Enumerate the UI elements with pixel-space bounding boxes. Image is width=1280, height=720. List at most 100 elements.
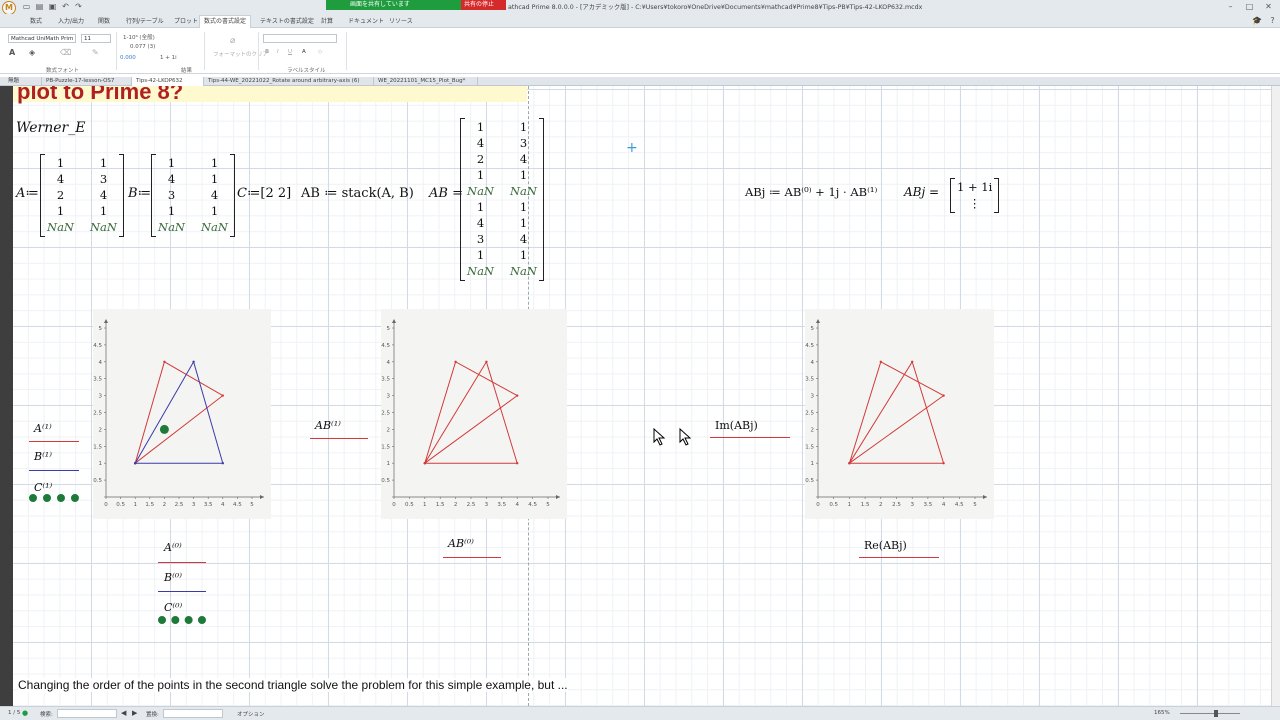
tab-document[interactable]: ドキュメント bbox=[344, 16, 388, 27]
tab-input-output[interactable]: 入力/出力 bbox=[54, 16, 88, 27]
plot-1-frame[interactable]: 0 0.5 1 1.5 2 2.5 3 3.5 4 4.5 5 0.5 1 1.5 2 2.5 3 3.5 4 4.5… bbox=[93, 309, 271, 519]
AB-eval-region[interactable]: AB = bbox=[429, 186, 463, 201]
matrix-ABj[interactable]: 1 + 1i ⋮ bbox=[950, 178, 1000, 213]
number-display[interactable]: 0.000 bbox=[120, 55, 136, 61]
close-icon[interactable]: ✕ bbox=[1264, 2, 1273, 11]
doc-tab-tips-44[interactable]: Tips-44-WE_20221022_Rotate around arbitr… bbox=[204, 77, 374, 86]
mathcad-logo-icon[interactable]: M bbox=[2, 1, 16, 15]
author-text[interactable]: Werner_E bbox=[16, 120, 85, 136]
search-prev-icon[interactable]: ◀ bbox=[121, 709, 126, 717]
clear-format-icon[interactable]: ⌀ bbox=[230, 36, 235, 46]
plot-3-frame[interactable]: 0 0.5 1 1.5 2 2.5 3 3.5 4 4.5 5 0.5 1 1.5 2 2.5 3 3.5 4 4.5… bbox=[805, 309, 994, 519]
doc-tab-puzzle[interactable]: PB-Puzzle-17-lesson-OS7 bbox=[42, 77, 132, 86]
underline-icon[interactable]: U bbox=[288, 49, 292, 55]
matrix-cell: 2 bbox=[56, 188, 65, 202]
y-tick-label: 4.5 bbox=[805, 343, 814, 349]
worksheet-heading[interactable]: plot to Prime 8? bbox=[13, 86, 527, 103]
search-next-icon[interactable]: ▶ bbox=[132, 709, 137, 717]
tab-plots[interactable]: プロット bbox=[170, 16, 202, 27]
share-label: 画面を共有しています bbox=[350, 1, 410, 8]
format-painter-icon[interactable]: ✎ bbox=[92, 48, 99, 57]
B-def-region[interactable]: B≔ bbox=[128, 186, 151, 201]
font-name-select[interactable]: Mathcad UniMath Prim bbox=[8, 34, 76, 43]
ABj-def-region[interactable]: ABj ≔ AB⁽⁰⁾ + 1j · AB⁽¹⁾ bbox=[745, 185, 877, 199]
matrix-cell: 2 bbox=[476, 152, 485, 166]
matrix-cell: 4 bbox=[167, 172, 176, 186]
worksheet[interactable]: plot to Prime 8? Werner_E A≔ 1 1 4 3 2 4 1 1 NaN… bbox=[13, 86, 1271, 706]
tab-math-formatting[interactable]: 数式の書式設定 bbox=[199, 15, 252, 28]
italic-icon[interactable]: I bbox=[277, 49, 279, 55]
tab-text-formatting[interactable]: テキストの書式設定 bbox=[256, 16, 318, 27]
clear-format-button[interactable]: フォーマットのクリア bbox=[213, 50, 268, 58]
graduation-cap-icon[interactable]: 🎓 bbox=[1252, 16, 1262, 25]
doc-tab-tips-42[interactable]: Tips-42-LKOP632 bbox=[132, 77, 204, 86]
options-button[interactable]: オプション bbox=[237, 710, 265, 718]
zoom-slider[interactable] bbox=[1180, 713, 1240, 714]
search-input[interactable] bbox=[57, 709, 117, 718]
y-tick-label: 0.5 bbox=[381, 478, 390, 484]
minimize-icon[interactable]: – bbox=[1226, 2, 1235, 11]
ABj-var: ABj bbox=[904, 185, 926, 199]
doc-tab-plot-bug[interactable]: WE_20221101_MC15_Plot_Bug* bbox=[374, 77, 478, 86]
label-style-select[interactable] bbox=[263, 34, 337, 43]
AB-def-region[interactable]: AB ≔ stack(A, B) bbox=[301, 186, 414, 201]
doc-tab-untitled[interactable]: 無題 bbox=[4, 77, 42, 86]
matrix-cell: 1 bbox=[167, 204, 176, 218]
plot-2-frame[interactable]: 0 0.5 1 1.5 2 2.5 3 3.5 4 4.5 5 0.5 1 1.5 2 2.5 3 3.5 4 4.5… bbox=[381, 309, 567, 519]
plot-1-x-legend-A[interactable]: A⁽⁰⁾ bbox=[164, 541, 182, 554]
plot-2[interactable]: 0 0.5 1 1.5 2 2.5 3 3.5 4 4.5 5 0.5 1 1.5 2 2.5 3 3.5 4 4.5… bbox=[381, 309, 567, 519]
matrix-B[interactable]: 1 1 4 1 3 4 1 1 NaN NaN bbox=[151, 154, 235, 237]
zoom-slider-thumb[interactable] bbox=[1214, 710, 1218, 717]
tab-functions[interactable]: 関数 bbox=[94, 16, 114, 27]
font-color-icon[interactable]: A bbox=[9, 48, 15, 57]
tab-math[interactable]: 数式 bbox=[26, 16, 46, 27]
matrix-AB[interactable]: 1 1 4 3 2 4 1 1 NaN NaN 1 1 4 1 3 4 1 1 NaN NaN bbox=[460, 118, 544, 281]
A-def-region[interactable]: A≔ bbox=[16, 186, 39, 201]
matrix-cell: 1 + 1i bbox=[957, 180, 993, 194]
vertical-scrollbar[interactable] bbox=[1271, 86, 1280, 706]
x-tick-label: 4 bbox=[515, 502, 519, 508]
help-icon[interactable]: ? bbox=[1268, 16, 1277, 25]
C-def-region[interactable]: C≔[2 2] bbox=[237, 186, 291, 201]
tab-matrices-tables[interactable]: 行列/テーブル bbox=[122, 16, 168, 27]
data-point-B bbox=[134, 462, 137, 465]
font-size-select[interactable]: 11 bbox=[81, 34, 111, 43]
share-stop-button[interactable]: 共有の停止 bbox=[461, 0, 506, 10]
highlight-color-icon[interactable]: ◈ bbox=[29, 48, 35, 57]
plot-3[interactable]: 0 0.5 1 1.5 2 2.5 3 3.5 4 4.5 5 0.5 1 1.5 2 2.5 3 3.5 4 4.5… bbox=[805, 309, 994, 519]
y-tick-label: 4 bbox=[387, 360, 391, 366]
replace-input[interactable] bbox=[163, 709, 223, 718]
tab-calculation[interactable]: 計算 bbox=[317, 16, 337, 27]
redo-icon[interactable]: ↷ bbox=[74, 2, 83, 11]
save-icon[interactable]: ▣ bbox=[48, 2, 57, 11]
undo-icon[interactable]: ↶ bbox=[61, 2, 70, 11]
open-folder-icon[interactable]: ▤ bbox=[35, 2, 44, 11]
plot-1-y-legend-B[interactable]: B⁽¹⁾ bbox=[34, 450, 52, 463]
plot-1-y-legend-C[interactable]: C⁽¹⁾ bbox=[34, 481, 52, 494]
matrix-A[interactable]: 1 1 4 3 2 4 1 1 NaN NaN bbox=[40, 154, 124, 237]
ABj-eval-region[interactable]: ABj = bbox=[904, 185, 939, 199]
plot-2-x-legend[interactable]: AB⁽⁰⁾ bbox=[448, 537, 474, 550]
plot-3-x-legend[interactable]: Re(ABj) bbox=[864, 539, 907, 552]
series-line-A bbox=[134, 361, 224, 464]
y-tick-label: 2 bbox=[99, 427, 103, 433]
highlight-icon[interactable]: ◇ bbox=[318, 49, 322, 55]
plot-1[interactable]: 0 0.5 1 1.5 2 2.5 3 3.5 4 4.5 5 0.5 1 1.5 2 2.5 3 3.5 4 4.5… bbox=[93, 309, 271, 519]
plot-1-y-legend-A[interactable]: A⁽¹⁾ bbox=[34, 422, 52, 435]
new-file-icon[interactable]: ▭ bbox=[22, 2, 31, 11]
plot-1-x-legend-C[interactable]: C⁽⁰⁾ bbox=[164, 601, 182, 614]
plot-2-y-legend[interactable]: AB⁽¹⁾ bbox=[315, 419, 341, 432]
matrix-cell: 1 bbox=[476, 248, 485, 262]
decimal-places-display[interactable]: 0.077 (3) bbox=[130, 44, 155, 50]
text-color-icon[interactable]: A bbox=[302, 49, 306, 55]
eraser-icon[interactable]: ⌫ bbox=[60, 48, 71, 57]
number-format-select[interactable]: 1-10⁶ (全般) bbox=[123, 33, 155, 41]
plot-3-y-legend[interactable]: Im(ABj) bbox=[715, 419, 758, 432]
complex-format-display[interactable]: 1 + 1i bbox=[160, 55, 177, 61]
bold-icon[interactable]: B bbox=[265, 49, 269, 55]
tab-resources[interactable]: リソース bbox=[385, 16, 417, 27]
plot-1-x-legend-B[interactable]: B⁽⁰⁾ bbox=[164, 571, 182, 584]
maximize-icon[interactable]: □ bbox=[1245, 2, 1254, 11]
ribbon-panel: Mathcad UniMath Prim 11 A ◈ ⌫ ✎ 数式フォント 1… bbox=[0, 28, 1280, 74]
mathcad-window: M ▭ ▤ ▣ ↶ ↷ 画面を共有しています 共有の停止 athcad Prim… bbox=[0, 0, 1280, 720]
